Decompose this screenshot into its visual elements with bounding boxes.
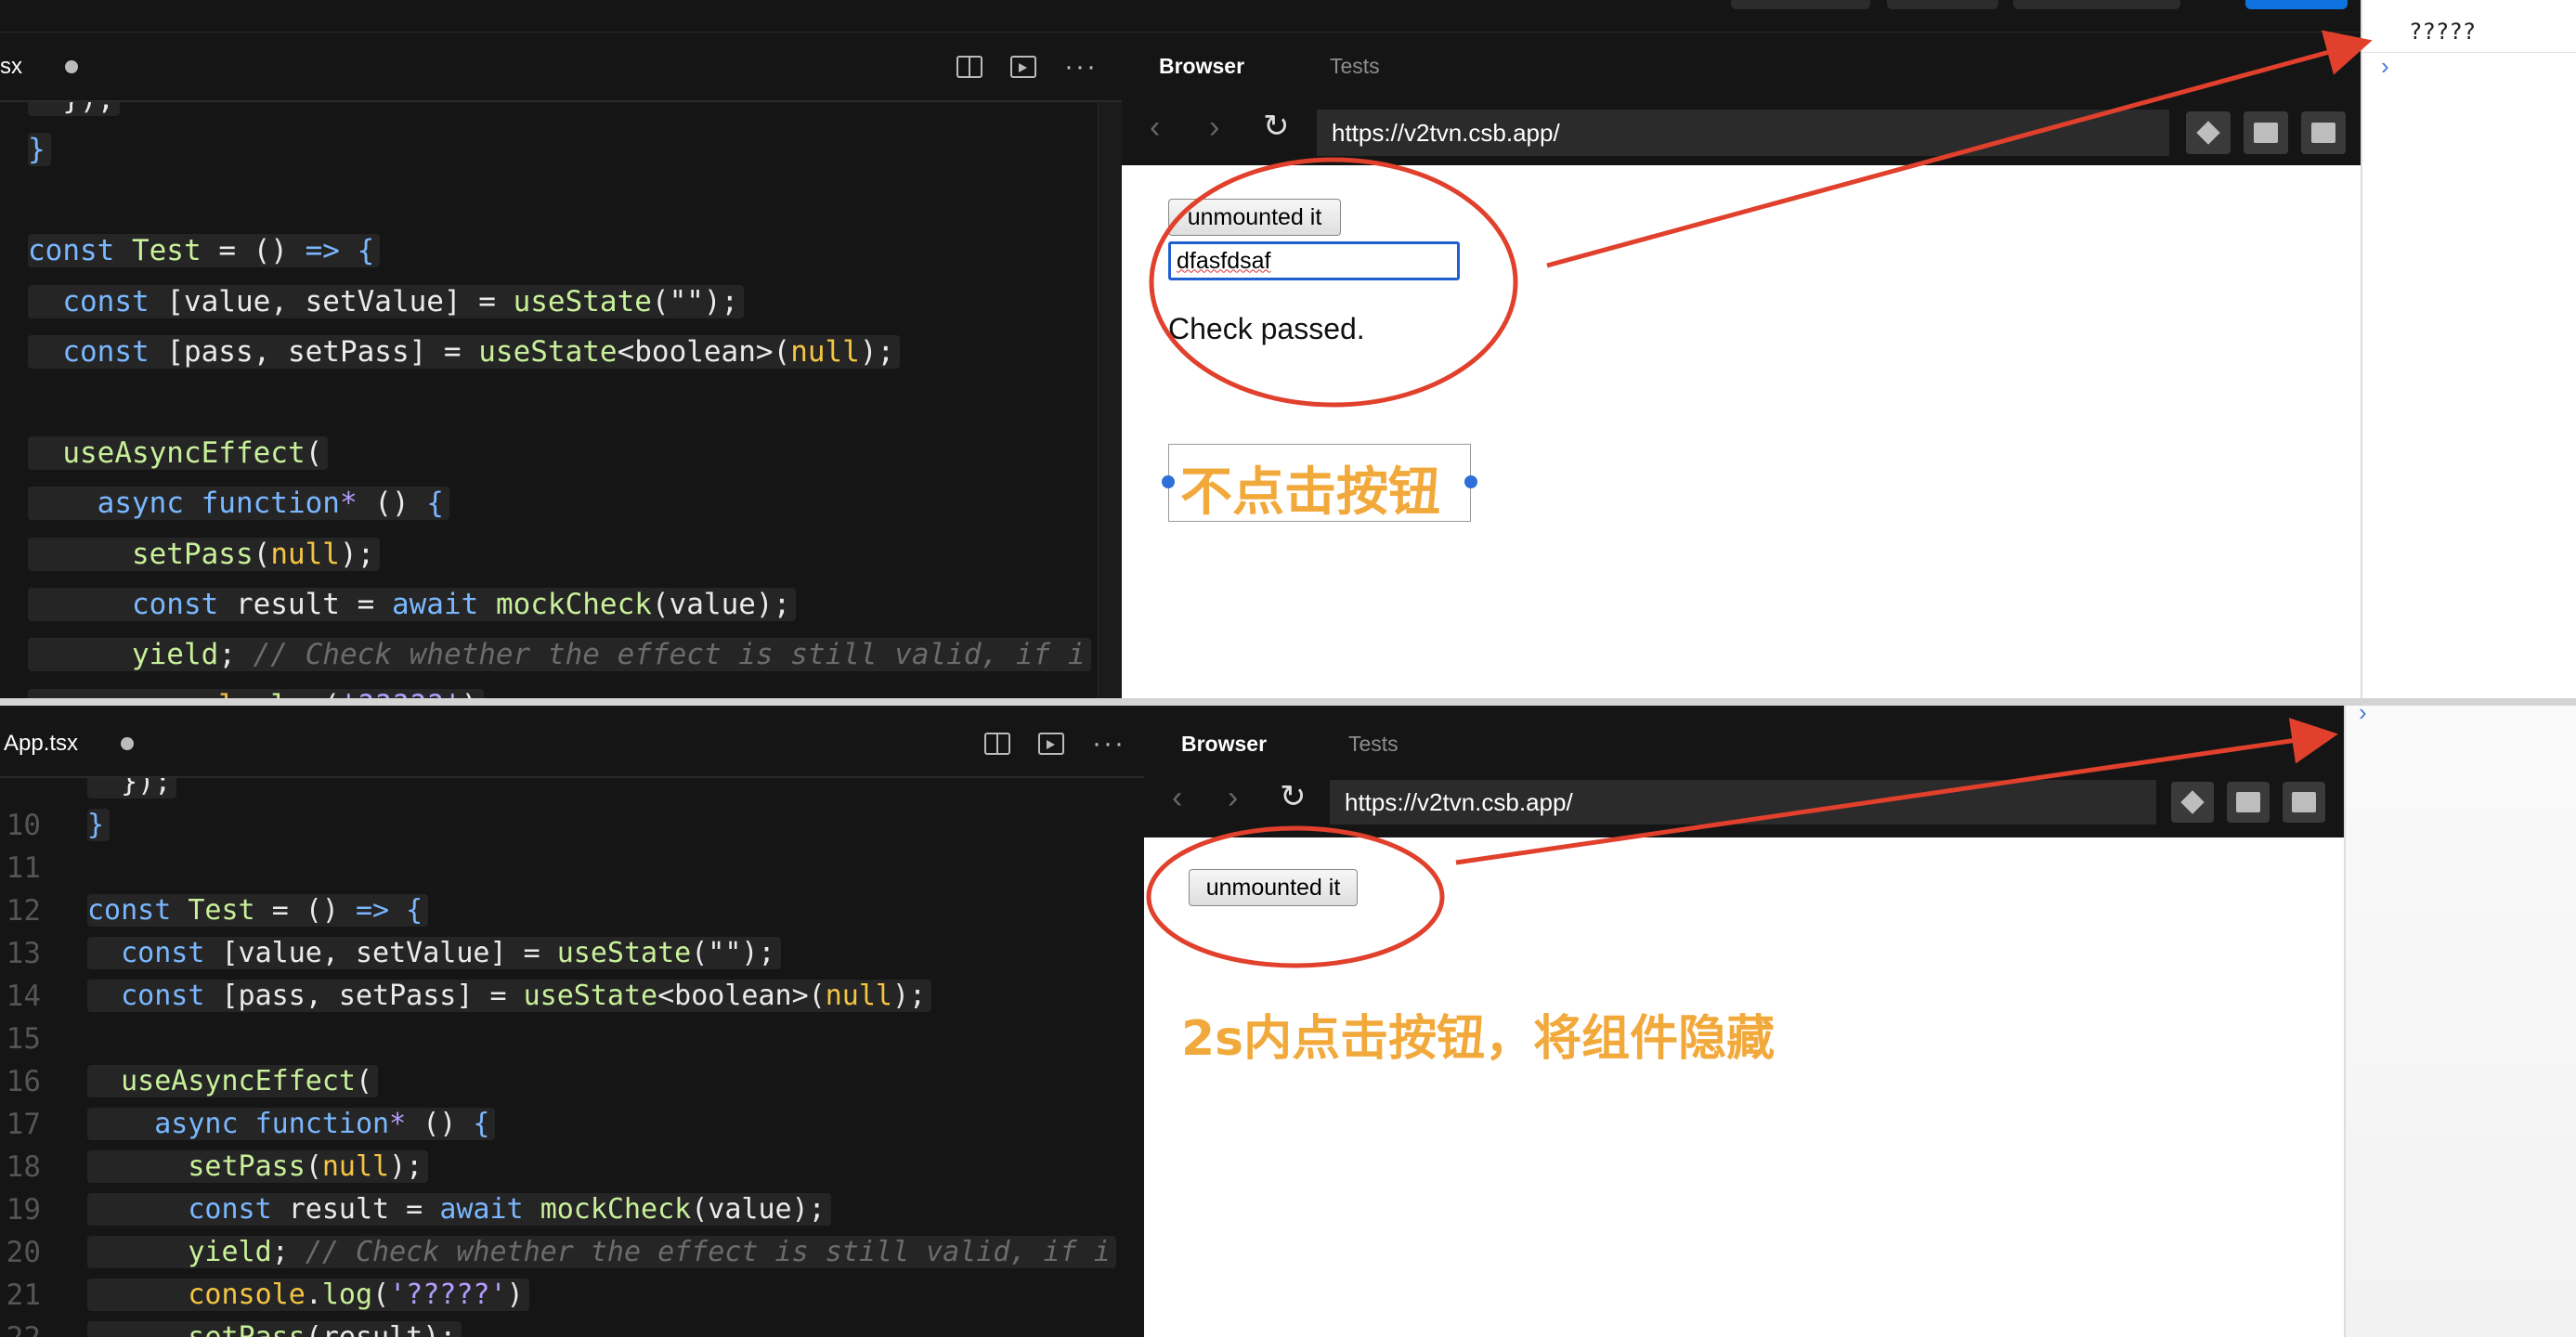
highlight-circle (1146, 825, 1445, 968)
arrow-line (1455, 718, 2338, 865)
highlight-circle (1149, 157, 1518, 408)
annotation-overlay (1146, 30, 2373, 968)
arrow-line (1546, 30, 2373, 268)
